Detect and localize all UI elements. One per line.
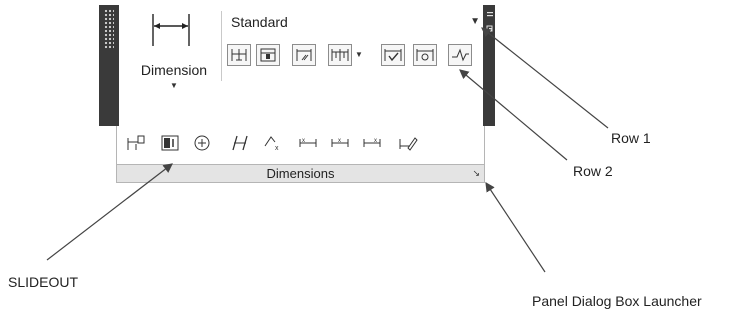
chevron-down-icon: ▼: [470, 16, 480, 27]
check-dimension-button[interactable]: [381, 44, 405, 66]
svg-text:x: x: [338, 138, 341, 144]
dimension-icon: [152, 14, 190, 46]
center-circle-button[interactable]: [190, 132, 214, 154]
center-mark-button[interactable]: [158, 132, 182, 154]
tolerance-icon: [127, 135, 145, 150]
justify-right-button[interactable]: x: [360, 132, 384, 154]
reassociate-dimension-button[interactable]: [413, 44, 437, 66]
override-icon: [399, 137, 418, 151]
center-circle-icon: [194, 135, 210, 151]
dimension-style-button[interactable]: [292, 44, 316, 66]
tolerance-button[interactable]: [124, 132, 148, 154]
reassociate-dimension-icon: [416, 49, 434, 61]
launcher-callout-arrow: [485, 181, 546, 273]
row2-label: Row 2: [573, 163, 613, 179]
center-mark-icon: [161, 135, 179, 151]
dimension-label: Dimension: [140, 62, 208, 78]
svg-text:x: x: [302, 138, 305, 144]
row1-label: Row 1: [611, 130, 651, 146]
row1-callout-arrow: [481, 27, 609, 129]
dimension-button[interactable]: Dimension ▼: [120, 5, 228, 126]
panel-title-bar[interactable]: Dimensions ↘: [116, 164, 485, 183]
launcher-label: Panel Dialog Box Launcher: [532, 293, 702, 309]
check-dimension-icon: [384, 49, 402, 62]
justify-center-button[interactable]: x: [328, 132, 352, 154]
dialog-launcher-icon[interactable]: ↘: [472, 168, 480, 179]
justify-center-icon: x: [331, 138, 349, 147]
continue-dimension-icon: [331, 49, 349, 61]
panel-options-icon[interactable]: [486, 25, 494, 33]
quick-dimension-icon: [260, 48, 276, 62]
dimension-style-value: Standard: [231, 14, 288, 30]
slideout-label: SLIDEOUT: [8, 274, 79, 290]
svg-text:x: x: [275, 145, 279, 152]
jogged-line-icon: [452, 48, 469, 62]
override-button[interactable]: [396, 132, 420, 154]
text-angle-icon: x: [264, 136, 279, 152]
panel-title: Dimensions: [266, 166, 335, 181]
panel-grip-handle[interactable]: [104, 9, 114, 49]
justify-right-icon: x: [363, 138, 381, 147]
minimize-panel-icon[interactable]: [486, 11, 494, 19]
vertical-separator: [221, 11, 222, 81]
oblique-button[interactable]: [227, 132, 251, 154]
panel-right-controls: [485, 9, 495, 49]
jogged-line-button[interactable]: [448, 44, 472, 66]
justify-left-button[interactable]: x: [296, 132, 320, 154]
dimension-style-icon: [296, 49, 312, 61]
continue-dropdown-arrow[interactable]: ▼: [354, 44, 364, 66]
oblique-icon: [232, 135, 248, 151]
quick-dimension-button[interactable]: [256, 44, 280, 66]
linear-dimension-icon: [231, 49, 247, 61]
dimension-style-dropdown[interactable]: Standard ▼: [227, 11, 484, 33]
justify-left-icon: x: [299, 138, 317, 147]
linear-dimension-button[interactable]: [227, 44, 251, 66]
dimension-dropdown-arrow[interactable]: ▼: [170, 81, 178, 90]
svg-text:x: x: [374, 138, 377, 144]
continue-dimension-button[interactable]: [328, 44, 352, 66]
text-angle-button[interactable]: x: [261, 132, 285, 154]
